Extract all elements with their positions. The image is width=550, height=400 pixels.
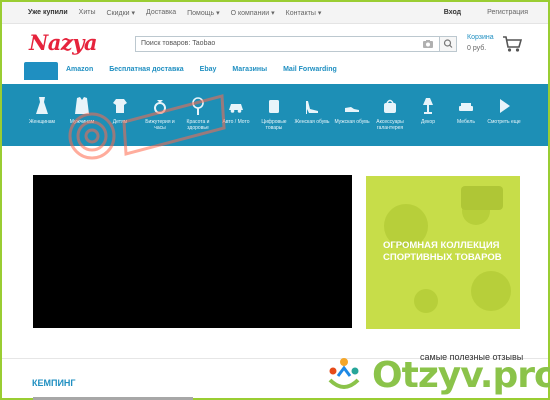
search-button[interactable] (439, 37, 456, 51)
shoe-icon (345, 107, 359, 112)
sofa-icon (459, 103, 473, 111)
category-decor[interactable]: Декор (408, 96, 448, 125)
otzyv-brand: Otzyv.pro (372, 355, 550, 396)
register-link[interactable]: Регистрация (487, 9, 528, 16)
login-link[interactable]: Вход (444, 9, 461, 16)
category-label: Мужская обувь (334, 119, 370, 125)
otzyv-logo-icon (328, 358, 360, 389)
category-label: Женщинам (29, 119, 55, 125)
top-nav-contacts[interactable]: Контакты ▾ (286, 9, 322, 17)
stamp-watermark (68, 94, 226, 160)
bag-icon (384, 99, 396, 113)
gadget-icon (269, 100, 279, 113)
promo-line-2: спортивных товаров (383, 252, 502, 263)
top-nav-delivery[interactable]: Доставка (146, 9, 176, 17)
tab-stores[interactable]: Магазины (224, 62, 275, 80)
category-furniture[interactable]: Мебель (446, 96, 486, 125)
top-nav-bought[interactable]: Уже купили (28, 9, 68, 17)
category-label: Аксессуары галантерея (376, 119, 404, 131)
play-icon (500, 99, 510, 113)
top-nav-hits[interactable]: Хиты (79, 9, 96, 17)
lamp-icon (423, 98, 433, 114)
category-label: Мебель (457, 119, 475, 125)
tab-mail-forwarding[interactable]: Mail Forwarding (275, 62, 345, 80)
search-icon (443, 39, 453, 48)
tab-ebay[interactable]: Ebay (192, 62, 225, 80)
category-men-shoes[interactable]: Мужская обувь (332, 96, 372, 125)
site-logo[interactable]: Nazya (29, 30, 98, 55)
top-nav-discounts[interactable]: Скидки ▾ (106, 9, 135, 17)
category-label: Декор (421, 119, 435, 125)
top-nav-about[interactable]: О компании ▾ (231, 9, 275, 17)
search-box: Поиск товаров: Taobao (135, 36, 457, 52)
category-women-shoes[interactable]: Женская обувь (292, 96, 332, 125)
cart-title: Корзина (467, 34, 494, 41)
category-label: Женская обувь (294, 119, 330, 125)
top-nav-help[interactable]: Помощь ▾ (187, 9, 220, 17)
category-label: Цифровые товары (261, 119, 287, 131)
store-tabs: Amazon Бесплатная доставка Ebay Магазины… (24, 62, 345, 80)
tab-amazon[interactable]: Amazon (58, 62, 101, 80)
promo-line-1: Огромная коллекция (383, 240, 500, 251)
category-digital[interactable]: Цифровые товары (254, 96, 294, 131)
camera-icon[interactable] (422, 39, 434, 49)
heel-icon (306, 101, 318, 114)
category-accessories[interactable]: Аксессуары галантерея (370, 96, 410, 131)
category-label: Смотреть еще (487, 119, 521, 125)
dress-icon (36, 97, 48, 114)
section-title: КЕМПИНГ (32, 378, 76, 388)
tab-taobao[interactable] (24, 62, 58, 80)
top-bar: Уже купили Хиты Скидки ▾ Доставка Помощь… (2, 2, 548, 24)
cart-icon[interactable] (502, 35, 522, 53)
car-icon (229, 104, 243, 113)
search-input[interactable]: Поиск товаров: Taobao (141, 40, 215, 47)
promo-banner-text: Огромная коллекция спортивных товаров (383, 240, 502, 264)
video-player[interactable] (33, 175, 352, 328)
top-nav: Уже купили Хиты Скидки ▾ Доставка Помощь… (28, 9, 321, 17)
tab-free-delivery[interactable]: Бесплатная доставка (101, 62, 191, 80)
category-more[interactable]: Смотреть еще (484, 96, 524, 125)
cart-summary[interactable]: Корзина 0 руб. (467, 34, 494, 52)
cart-amount: 0 руб. (467, 45, 487, 52)
